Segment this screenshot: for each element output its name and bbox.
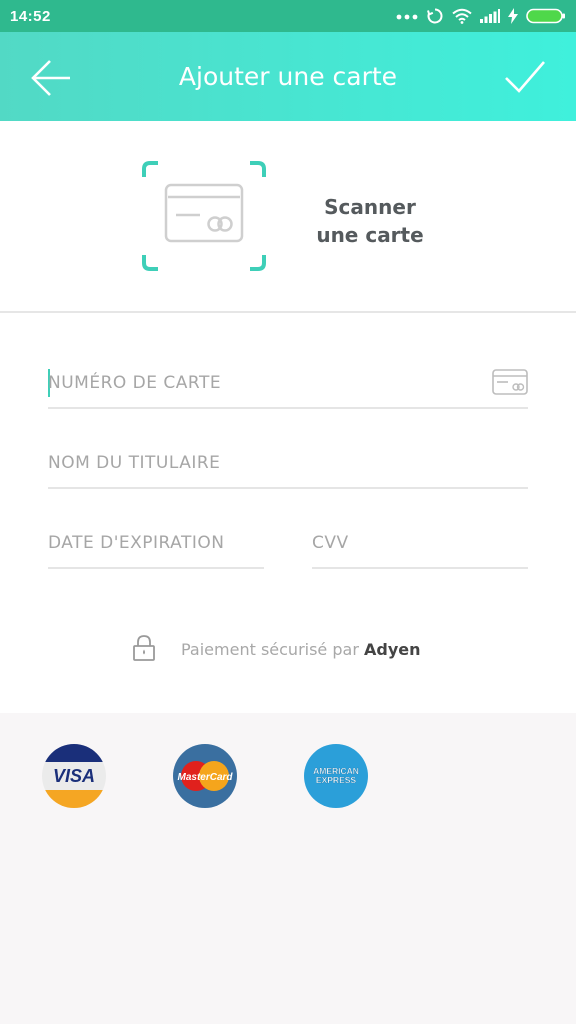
payment-provider: Adyen (363, 640, 421, 659)
card-number-placeholder: NUMÉRO DE CARTE (48, 373, 222, 393)
signal-icon (480, 9, 500, 23)
sync-icon (427, 8, 443, 24)
amex-logo: AMERICAN EXPRESS (304, 744, 368, 808)
expiry-date-placeholder: DATE D'EXPIRATION (48, 533, 225, 553)
cvv-field[interactable]: CVV (312, 523, 528, 569)
card-form: NUMÉRO DE CARTE NOM DU TITULAIRE DATE D'… (0, 313, 576, 713)
card-number-field[interactable]: NUMÉRO DE CARTE (48, 363, 528, 409)
credit-card-icon (492, 369, 528, 395)
check-icon (505, 61, 545, 93)
mastercard-text: MasterCard (177, 772, 233, 783)
battery-icon (526, 8, 565, 24)
mastercard-logo-graphic: MasterCard (173, 744, 237, 808)
secure-payment-note: Paiement sécurisé par Adyen (0, 635, 576, 665)
status-bar: 14:52 (0, 0, 576, 32)
status-time: 14:52 (10, 7, 51, 25)
secure-payment-prefix: Paiement sécurisé par (181, 640, 364, 659)
visa-logo: VISA (42, 744, 106, 808)
secure-payment-text: Paiement sécurisé par Adyen (181, 640, 421, 659)
scan-label-line1: Scanner (324, 195, 416, 219)
visa-text: VISA (53, 766, 95, 786)
page-title: Ajouter une carte (178, 62, 398, 91)
card-scan-icon (142, 161, 266, 271)
app-bar: Ajouter une carte (0, 32, 576, 121)
confirm-button[interactable] (504, 58, 546, 98)
mastercard-logo: MasterCard (173, 744, 237, 808)
arrow-left-icon (31, 60, 70, 96)
scan-card-label: Scanner une carte (310, 193, 430, 249)
wifi-icon (452, 8, 472, 24)
accepted-cards: VISA MasterCard AMERICAN EXPRESS (0, 713, 576, 1024)
visa-logo-graphic: VISA (42, 744, 106, 808)
more-dots-icon (396, 14, 418, 20)
card-holder-placeholder: NOM DU TITULAIRE (48, 453, 221, 473)
lock-icon (133, 635, 155, 661)
back-button[interactable] (30, 58, 72, 98)
expiry-date-field[interactable]: DATE D'EXPIRATION (48, 523, 264, 569)
status-icons (396, 7, 566, 25)
amex-logo-graphic: AMERICAN EXPRESS (304, 744, 368, 808)
charging-icon (508, 8, 518, 24)
cvv-placeholder: CVV (312, 533, 349, 553)
amex-text-line2: EXPRESS (316, 775, 356, 785)
card-holder-field[interactable]: NOM DU TITULAIRE (48, 443, 528, 489)
scan-label-line2: une carte (316, 223, 424, 247)
scan-card-button[interactable]: Scanner une carte (0, 121, 576, 311)
